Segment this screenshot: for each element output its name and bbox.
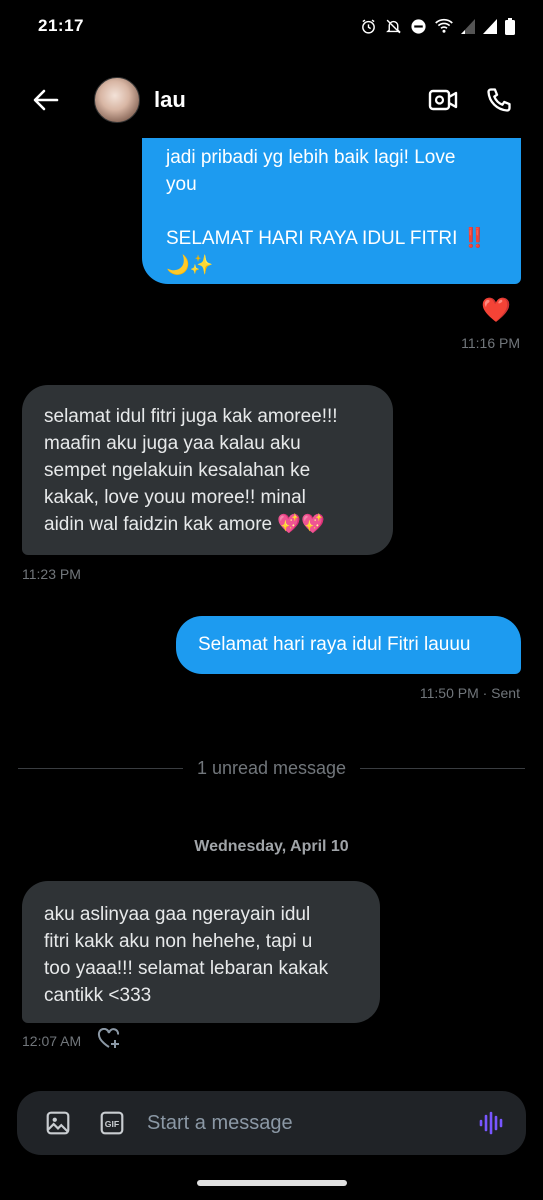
signal-icon-2 (483, 18, 497, 34)
received-message-bubble[interactable]: aku aslinyaa gaa ngerayain idul fitri ka… (22, 881, 380, 1023)
contact-name[interactable]: lau (154, 87, 405, 113)
notifications-off-icon (385, 18, 402, 35)
message-line: jadi pribadi yg lebih baik lagi! Love (166, 147, 456, 168)
message-line: sempet ngelakuin kesalahan ke (44, 460, 311, 481)
message-line: too yaaa!!! selamat lebaran kakak (44, 958, 329, 979)
contact-avatar[interactable] (94, 77, 140, 123)
video-camera-icon (428, 89, 458, 111)
alarm-icon (360, 18, 377, 35)
gif-icon: GIF (100, 1111, 124, 1135)
unread-divider: 1 unread message (18, 755, 526, 781)
message-line: kakak, love youu moree!! minal (44, 487, 306, 508)
sent-message-bubble[interactable]: jadi pribadi yg lebih baik lagi! Love yo… (142, 138, 521, 284)
message-list[interactable]: jadi pribadi yg lebih baik lagi! Love yo… (0, 138, 543, 1078)
status-bar: 21:17 (0, 0, 543, 52)
battery-icon (505, 17, 515, 35)
message-line: maafin aku juga yaa kalau aku (44, 433, 301, 454)
date-separator: Wednesday, April 10 (194, 838, 349, 855)
arrow-left-icon (33, 89, 59, 111)
unread-label: 1 unread message (196, 757, 347, 778)
message-timestamp: 11:23 PM (22, 566, 81, 582)
voice-message-button[interactable] (478, 1110, 504, 1136)
status-time: 21:17 (38, 16, 84, 35)
status-icons (360, 17, 515, 35)
video-call-button[interactable] (425, 82, 461, 118)
message-line: aidin wal faidzin kak amore 💖💖 (44, 514, 325, 535)
message-line: selamat idul fitri juga kak amoree!!! (44, 406, 338, 427)
message-line: Selamat hari raya idul Fitri lauuu (198, 634, 471, 655)
message-line (166, 198, 501, 225)
message-line: SELAMAT HARI RAYA IDUL FITRI ‼️ (166, 228, 487, 249)
gif-button[interactable]: GIF (99, 1110, 125, 1136)
add-reaction-button[interactable] (97, 1027, 121, 1055)
message-line: fitri kakk aku non hehehe, tapi u (44, 931, 313, 952)
message-timestamp: 11:16 PM (461, 335, 520, 351)
conversation-header: lau (0, 70, 543, 130)
message-input[interactable] (145, 1110, 478, 1136)
message-timestamp: 11:50 PM · Sent (419, 685, 520, 701)
message-line: aku aslinyaa gaa ngerayain idul (44, 904, 311, 925)
message-timestamp: 12:07 AM (22, 1033, 82, 1049)
svg-text:GIF: GIF (105, 1119, 119, 1129)
image-button[interactable] (45, 1110, 71, 1136)
wifi-icon (435, 18, 453, 34)
message-line: you (166, 174, 197, 195)
heart-plus-icon (97, 1027, 120, 1048)
message-composer: GIF (17, 1091, 526, 1155)
phone-icon (487, 88, 511, 112)
voice-call-button[interactable] (481, 82, 517, 118)
voice-waveform-icon (479, 1111, 503, 1135)
heart-reaction[interactable]: ❤️ (481, 296, 511, 325)
sent-message-bubble[interactable]: Selamat hari raya idul Fitri lauuu (176, 616, 521, 674)
message-line: cantikk <333 (44, 985, 152, 1006)
image-icon (46, 1111, 70, 1135)
signal-icon-1 (461, 18, 475, 34)
back-button[interactable] (30, 84, 62, 116)
home-indicator[interactable] (197, 1180, 347, 1186)
received-message-bubble[interactable]: selamat idul fitri juga kak amoree!!! ma… (22, 385, 393, 555)
message-line: 🌙✨ (166, 255, 214, 276)
do-not-disturb-icon (410, 18, 427, 35)
